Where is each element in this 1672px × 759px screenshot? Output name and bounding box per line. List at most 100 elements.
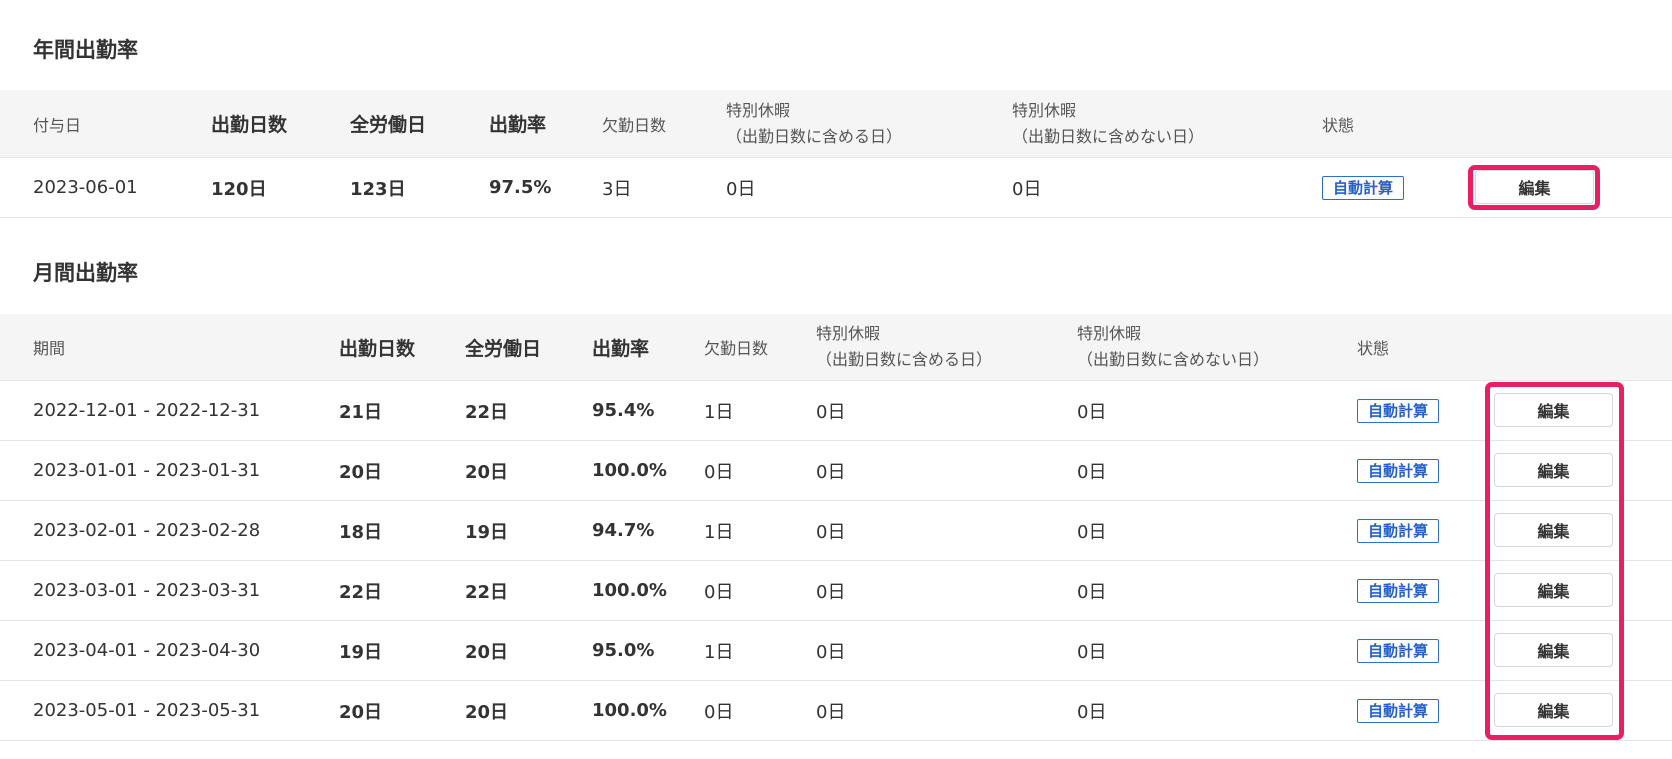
header-special-leave-included-line2: （出勤日数に含める日） — [816, 350, 993, 369]
cell-absent-days: 1日 — [704, 641, 734, 663]
cell-special-leave-included: 0日 — [726, 178, 756, 200]
cell-total-work-days: 20日 — [465, 701, 509, 723]
monthly-section-title: 月間出勤率 — [33, 261, 138, 285]
cell-rate: 94.7% — [592, 520, 655, 541]
header-special-leave-excluded: 特別休暇 （出勤日数に含めない日） — [1077, 314, 1269, 380]
header-work-days: 出勤日数 — [211, 114, 288, 136]
cell-work-days: 19日 — [339, 641, 383, 663]
cell-special-leave-excluded: 0日 — [1077, 401, 1107, 423]
cell-period: 2023-04-01 - 2023-04-30 — [33, 640, 261, 661]
cell-absent-days: 0日 — [704, 701, 734, 723]
cell-period: 2023-02-01 - 2023-02-28 — [33, 520, 261, 541]
status-cell: 自動計算 — [1357, 621, 1440, 680]
edit-button[interactable]: 編集 — [1494, 453, 1613, 487]
cell-total-work-days: 22日 — [465, 401, 509, 423]
annual-section-title: 年間出勤率 — [33, 38, 138, 62]
edit-button[interactable]: 編集 — [1475, 170, 1594, 204]
status-badge: 自動計算 — [1357, 638, 1440, 663]
status-badge: 自動計算 — [1322, 175, 1405, 200]
status-cell: 自動計算 — [1357, 441, 1440, 500]
header-rate: 出勤率 — [592, 337, 650, 360]
cell-special-leave-excluded: 0日 — [1077, 641, 1107, 663]
cell-work-days: 120日 — [211, 178, 267, 200]
monthly-table-row: 2023-05-01 - 2023-05-31 20日 20日 100.0% 0… — [0, 681, 1672, 741]
status-badge: 自動計算 — [1357, 698, 1440, 723]
cell-rate: 95.4% — [592, 400, 655, 421]
cell-work-days: 18日 — [339, 521, 383, 543]
cell-total-work-days: 123日 — [350, 178, 406, 200]
header-special-leave-excluded-line2: （出勤日数に含めない日） — [1012, 126, 1205, 146]
status-badge: 自動計算 — [1357, 578, 1440, 603]
cell-rate: 95.0% — [592, 640, 655, 661]
header-special-leave-included-line1: 特別休暇 — [816, 324, 881, 343]
status-cell: 自動計算 — [1357, 561, 1440, 620]
status-badge: 自動計算 — [1357, 458, 1440, 483]
edit-button[interactable]: 編集 — [1494, 633, 1613, 667]
cell-work-days: 22日 — [339, 581, 383, 603]
header-work-days: 出勤日数 — [339, 337, 416, 360]
cell-special-leave-included: 0日 — [816, 581, 846, 603]
cell-special-leave-included: 0日 — [816, 701, 846, 723]
header-status: 状態 — [1357, 339, 1390, 358]
status-cell: 自動計算 — [1322, 158, 1405, 217]
cell-work-days: 21日 — [339, 401, 383, 423]
cell-period: 2022-12-01 - 2022-12-31 — [33, 400, 261, 421]
cell-rate: 97.5% — [489, 177, 552, 198]
monthly-table-row: 2023-04-01 - 2023-04-30 19日 20日 95.0% 1日… — [0, 621, 1672, 681]
cell-total-work-days: 22日 — [465, 581, 509, 603]
header-special-leave-included-line2: （出勤日数に含める日） — [726, 126, 903, 146]
edit-button[interactable]: 編集 — [1494, 393, 1613, 427]
header-total-work-days: 全労働日 — [465, 337, 542, 360]
monthly-table-row: 2023-01-01 - 2023-01-31 20日 20日 100.0% 0… — [0, 441, 1672, 501]
annual-table-header: 付与日 出勤日数 全労働日 出勤率 欠勤日数 特別休暇 （出勤日数に含める日） … — [0, 90, 1672, 158]
monthly-table-row: 2022-12-01 - 2022-12-31 21日 22日 95.4% 1日… — [0, 381, 1672, 441]
status-cell: 自動計算 — [1357, 501, 1440, 560]
cell-special-leave-included: 0日 — [816, 401, 846, 423]
edit-button[interactable]: 編集 — [1494, 573, 1613, 607]
cell-rate: 100.0% — [592, 700, 667, 721]
header-special-leave-excluded-line1: 特別休暇 — [1077, 324, 1142, 343]
cell-rate: 100.0% — [592, 580, 667, 601]
header-absent-days: 欠勤日数 — [704, 339, 769, 358]
cell-total-work-days: 19日 — [465, 521, 509, 543]
cell-rate: 100.0% — [592, 460, 667, 481]
header-special-leave-included: 特別休暇 （出勤日数に含める日） — [726, 90, 902, 157]
cell-absent-days: 1日 — [704, 401, 734, 423]
cell-special-leave-excluded: 0日 — [1077, 521, 1107, 543]
header-period: 期間 — [33, 339, 66, 358]
monthly-table-row: 2023-02-01 - 2023-02-28 18日 19日 94.7% 1日… — [0, 501, 1672, 561]
cell-special-leave-excluded: 0日 — [1012, 178, 1042, 200]
cell-absent-days: 1日 — [704, 521, 734, 543]
status-badge: 自動計算 — [1357, 518, 1440, 543]
cell-absent-days: 3日 — [602, 178, 632, 200]
annual-table-row: 2023-06-01 120日 123日 97.5% 3日 0日 0日 自動計算… — [0, 158, 1672, 218]
cell-special-leave-included: 0日 — [816, 521, 846, 543]
header-special-leave-included: 特別休暇 （出勤日数に含める日） — [816, 314, 992, 380]
cell-special-leave-excluded: 0日 — [1077, 581, 1107, 603]
edit-button[interactable]: 編集 — [1494, 513, 1613, 547]
header-absent-days: 欠勤日数 — [602, 115, 667, 135]
status-badge: 自動計算 — [1357, 398, 1440, 423]
cell-period: 2023-03-01 - 2023-03-31 — [33, 580, 261, 601]
cell-total-work-days: 20日 — [465, 641, 509, 663]
monthly-table-header: 期間 出勤日数 全労働日 出勤率 欠勤日数 特別休暇 （出勤日数に含める日） 特… — [0, 314, 1672, 381]
cell-period: 2023-05-01 - 2023-05-31 — [33, 700, 261, 721]
status-cell: 自動計算 — [1357, 381, 1440, 440]
header-special-leave-included-line1: 特別休暇 — [726, 100, 791, 120]
edit-button[interactable]: 編集 — [1494, 693, 1613, 727]
cell-special-leave-included: 0日 — [816, 461, 846, 483]
cell-special-leave-excluded: 0日 — [1077, 701, 1107, 723]
status-cell: 自動計算 — [1357, 681, 1440, 740]
cell-work-days: 20日 — [339, 461, 383, 483]
header-total-work-days: 全労働日 — [350, 114, 427, 136]
cell-special-leave-excluded: 0日 — [1077, 461, 1107, 483]
header-special-leave-excluded-line2: （出勤日数に含めない日） — [1077, 350, 1270, 369]
cell-grant-date: 2023-06-01 — [33, 177, 138, 198]
header-grant-date: 付与日 — [33, 115, 82, 135]
monthly-table-row: 2023-03-01 - 2023-03-31 22日 22日 100.0% 0… — [0, 561, 1672, 621]
header-special-leave-excluded: 特別休暇 （出勤日数に含めない日） — [1012, 90, 1204, 157]
cell-period: 2023-01-01 - 2023-01-31 — [33, 460, 261, 481]
cell-absent-days: 0日 — [704, 581, 734, 603]
cell-work-days: 20日 — [339, 701, 383, 723]
cell-absent-days: 0日 — [704, 461, 734, 483]
